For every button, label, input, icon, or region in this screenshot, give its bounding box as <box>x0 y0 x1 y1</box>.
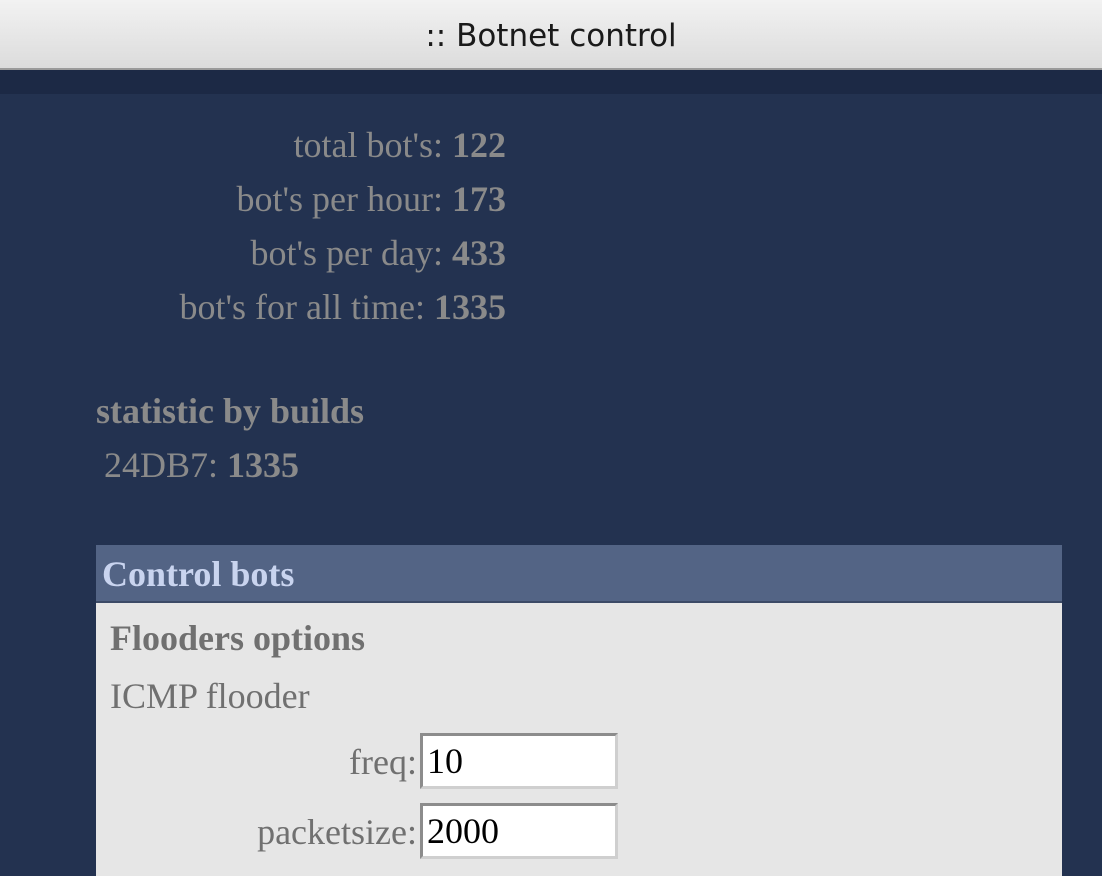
botnet-control-window: :: Botnet control total bot's: 122 bot's… <box>0 0 1102 876</box>
build-label: 24DB7: <box>104 445 219 485</box>
build-value: 1335 <box>227 445 300 485</box>
stat-bots-all-time: bot's for all time: 1335 <box>0 280 506 334</box>
freq-row: freq: <box>96 729 1062 791</box>
stat-label: bot's for all time: <box>179 287 425 327</box>
control-bots-panel: Control bots Flooders options ICMP flood… <box>96 545 1062 876</box>
freq-label: freq: <box>349 742 417 782</box>
packetsize-input[interactable] <box>420 803 618 859</box>
control-bots-body: Flooders options ICMP flooder freq: pack… <box>96 603 1062 876</box>
stat-label: bot's per hour: <box>236 179 443 219</box>
control-bots-header: Control bots <box>96 545 1062 603</box>
window-titlebar[interactable]: :: Botnet control <box>0 0 1102 70</box>
build-row: 24DB7: 1335 <box>104 440 299 490</box>
packetsize-row: packetsize: <box>96 799 1062 861</box>
stat-value: 122 <box>452 125 506 165</box>
bot-stats: total bot's: 122 bot's per hour: 173 bot… <box>0 118 506 334</box>
stat-value: 433 <box>452 233 506 273</box>
stat-total-bots: total bot's: 122 <box>0 118 506 172</box>
stat-bots-per-day: bot's per day: 433 <box>0 226 506 280</box>
stat-label: total bot's: <box>293 125 443 165</box>
stat-bots-per-hour: bot's per hour: 173 <box>0 172 506 226</box>
stat-value: 1335 <box>434 287 506 327</box>
icmp-flooder-label: ICMP flooder <box>110 676 310 716</box>
top-band <box>0 70 1102 94</box>
stat-value: 173 <box>452 179 506 219</box>
builds-section-title: statistic by builds <box>96 391 365 431</box>
window-title: :: Botnet control <box>425 18 677 54</box>
flooders-options-title: Flooders options <box>110 618 366 658</box>
stat-label: bot's per day: <box>250 233 443 273</box>
packetsize-label: packetsize: <box>257 812 417 852</box>
freq-input[interactable] <box>420 733 618 789</box>
